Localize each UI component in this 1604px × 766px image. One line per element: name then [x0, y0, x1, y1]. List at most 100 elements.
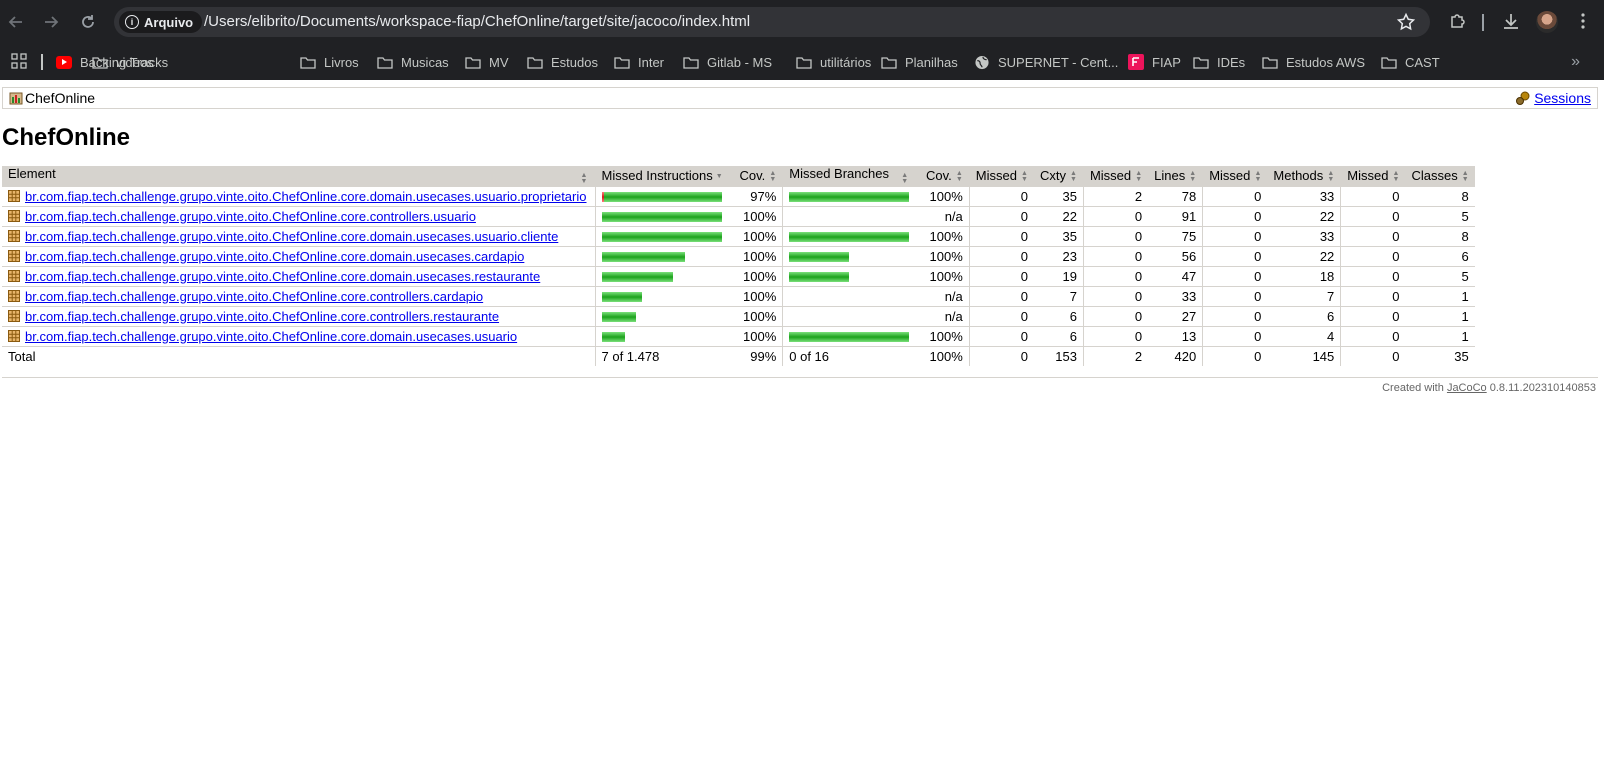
- methods-cell: 4: [1267, 326, 1341, 347]
- footer-divider: [2, 377, 1598, 378]
- missed-branches-cell: [782, 206, 916, 227]
- package-link[interactable]: br.com.fiap.tech.challenge.grupo.vinte.o…: [25, 309, 499, 324]
- table-row: br.com.fiap.tech.challenge.grupo.vinte.o…: [2, 226, 1475, 247]
- element-cell: br.com.fiap.tech.challenge.grupo.vinte.o…: [2, 306, 595, 327]
- missed-methods-cell: 0: [1202, 206, 1268, 227]
- missed-branches-cell: [782, 246, 916, 267]
- table-row: br.com.fiap.tech.challenge.grupo.vinte.o…: [2, 286, 1475, 307]
- bookmark-item[interactable]: Planilhas: [881, 52, 958, 72]
- bookmark-item[interactable]: MV: [465, 52, 509, 72]
- branches-cov-cell: 100%: [915, 226, 970, 247]
- youtube-icon: [56, 55, 72, 69]
- col-cov-label: Cov.: [926, 168, 952, 184]
- col-cxty-label: Cxty: [1039, 168, 1066, 184]
- bookmark-item[interactable]: videos: [92, 52, 154, 72]
- col-missed-lines[interactable]: Missed ▲ ▼: [1082, 166, 1149, 187]
- menu-button[interactable]: [1572, 10, 1594, 32]
- col-cov-instructions[interactable]: Cov. ▲ ▼: [729, 166, 783, 187]
- package-link[interactable]: br.com.fiap.tech.challenge.grupo.vinte.o…: [25, 209, 476, 224]
- package-link[interactable]: br.com.fiap.tech.challenge.grupo.vinte.o…: [25, 249, 524, 264]
- package-link[interactable]: br.com.fiap.tech.challenge.grupo.vinte.o…: [25, 229, 558, 244]
- missed-instructions-cell: [594, 326, 730, 347]
- classes-cell: 1: [1405, 286, 1475, 307]
- col-classes[interactable]: Classes ▲ ▼: [1405, 166, 1475, 187]
- branches-cov-cell: 100%: [915, 266, 970, 287]
- lines-cell: 27: [1148, 306, 1203, 327]
- bookmark-item[interactable]: utilitários: [796, 52, 871, 72]
- col-missed-label: Missed: [975, 168, 1017, 184]
- col-missed-instructions[interactable]: Missed Instructions ▼: [594, 166, 730, 187]
- bookmarks-bar: Backing Tracks videos Livros Musicas MV Estud…: [0, 44, 1604, 80]
- site-info-chip[interactable]: i Arquivo: [119, 11, 203, 33]
- folder-icon: [796, 56, 812, 69]
- address-bar[interactable]: i Arquivo /Users/elibrito/Documents/work…: [114, 7, 1430, 37]
- bookmark-item[interactable]: Estudos: [527, 52, 598, 72]
- downloads-button[interactable]: [1500, 10, 1522, 32]
- col-missed-methods[interactable]: Missed ▲ ▼: [1202, 166, 1268, 187]
- bookmark-label: FIAP: [1152, 54, 1181, 70]
- col-missed-branches[interactable]: Missed Branches ▲ ▼: [782, 166, 916, 187]
- total-lines: 420: [1148, 345, 1203, 366]
- jacoco-link[interactable]: JaCoCo: [1447, 382, 1487, 394]
- star-icon[interactable]: [1396, 12, 1416, 32]
- bookmark-item[interactable]: FIAP: [1128, 52, 1181, 72]
- missed-cxty-cell: 0: [968, 286, 1034, 307]
- info-icon: i: [125, 15, 139, 29]
- missed-classes-cell: 0: [1340, 286, 1406, 307]
- forward-button[interactable]: [40, 11, 62, 33]
- package-link[interactable]: br.com.fiap.tech.challenge.grupo.vinte.o…: [25, 189, 587, 204]
- package-icon: [8, 209, 20, 222]
- bookmark-item[interactable]: Musicas: [377, 52, 449, 72]
- missed-classes-cell: 0: [1340, 266, 1406, 287]
- sessions-link[interactable]: Sessions: [1534, 90, 1591, 106]
- package-icon: [8, 289, 20, 302]
- footer-prefix: Created with: [1382, 382, 1444, 394]
- url-text[interactable]: /Users/elibrito/Documents/workspace-fiap…: [204, 13, 750, 30]
- col-cov-branches[interactable]: Cov. ▲ ▼: [915, 166, 970, 187]
- col-missed-cxty[interactable]: Missed ▲ ▼: [968, 166, 1034, 187]
- col-cxty[interactable]: Cxty ▲ ▼: [1033, 166, 1084, 187]
- missed-instructions-cell: [594, 206, 730, 227]
- col-missed-instructions-label: Missed Instructions: [601, 168, 713, 184]
- bookmark-label: SUPERNET - Cent...: [998, 54, 1119, 70]
- profile-avatar[interactable]: [1536, 11, 1558, 33]
- missed-cxty-cell: 0: [968, 186, 1034, 207]
- covered-bar: [601, 252, 685, 263]
- package-link[interactable]: br.com.fiap.tech.challenge.grupo.vinte.o…: [25, 329, 517, 344]
- extensions-button[interactable]: [1447, 10, 1469, 32]
- col-missed-branches-label: Missed Branches: [789, 166, 889, 182]
- bookmark-item[interactable]: Gitlab - MS: [683, 52, 772, 72]
- col-element[interactable]: Element ▲ ▼: [2, 166, 595, 187]
- coverage-bar: [601, 212, 722, 223]
- missed-cxty-cell: 0: [968, 226, 1034, 247]
- lines-cell: 91: [1148, 206, 1203, 227]
- instructions-cov-cell: 100%: [729, 226, 783, 247]
- apps-grid-icon[interactable]: [11, 53, 27, 69]
- bookmark-item[interactable]: IDEs: [1193, 52, 1245, 72]
- missed-classes-cell: 0: [1340, 246, 1406, 267]
- col-missed-classes[interactable]: Missed ▲ ▼: [1340, 166, 1406, 187]
- bookmark-item[interactable]: Estudos AWS: [1262, 52, 1365, 72]
- instructions-cov-cell: 100%: [729, 266, 783, 287]
- folder-icon: [683, 56, 699, 69]
- package-link[interactable]: br.com.fiap.tech.challenge.grupo.vinte.o…: [25, 269, 540, 284]
- reload-button[interactable]: [77, 11, 99, 33]
- covered-bar: [789, 192, 910, 203]
- col-classes-label: Classes: [1411, 168, 1458, 184]
- bookmark-item[interactable]: Livros: [300, 52, 359, 72]
- instructions-cov-cell: 100%: [729, 246, 783, 267]
- missed-lines-cell: 2: [1082, 186, 1149, 207]
- col-methods[interactable]: Methods ▲ ▼: [1267, 166, 1341, 187]
- bookmark-item[interactable]: CAST: [1381, 52, 1440, 72]
- bookmarks-overflow-icon[interactable]: »: [1571, 53, 1580, 71]
- package-link[interactable]: br.com.fiap.tech.challenge.grupo.vinte.o…: [25, 289, 483, 304]
- bookmark-item[interactable]: Inter: [614, 52, 664, 72]
- sort-icon: ▲ ▼: [1461, 169, 1469, 183]
- missed-cxty-cell: 0: [968, 326, 1034, 347]
- back-button[interactable]: [5, 11, 27, 33]
- col-lines[interactable]: Lines ▲ ▼: [1148, 166, 1203, 187]
- branches-cov-cell: 100%: [915, 246, 970, 267]
- covered-bar: [789, 272, 850, 283]
- bookmark-item[interactable]: SUPERNET - Cent...: [974, 52, 1118, 72]
- sessions-link-wrap: Sessions: [1515, 90, 1591, 106]
